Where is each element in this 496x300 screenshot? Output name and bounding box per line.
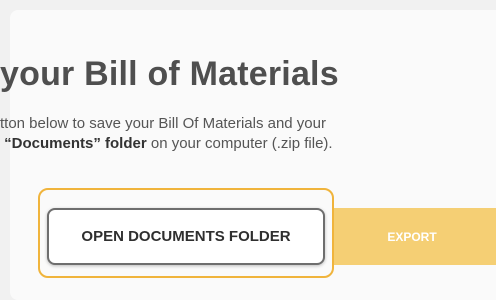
dialog-description: tton below to save your Bill Of Material… [0, 114, 333, 154]
dialog-title: your Bill of Materials [0, 55, 339, 93]
description-line-1: tton below to save your Bill Of Material… [0, 115, 326, 132]
description-line-2: on your computer (.zip file). [146, 135, 333, 152]
documents-folder-label: “Documents” folder [4, 135, 147, 152]
export-button[interactable]: EXPORT [334, 208, 496, 265]
open-documents-folder-button[interactable]: OPEN DOCUMENTS FOLDER [47, 208, 325, 265]
